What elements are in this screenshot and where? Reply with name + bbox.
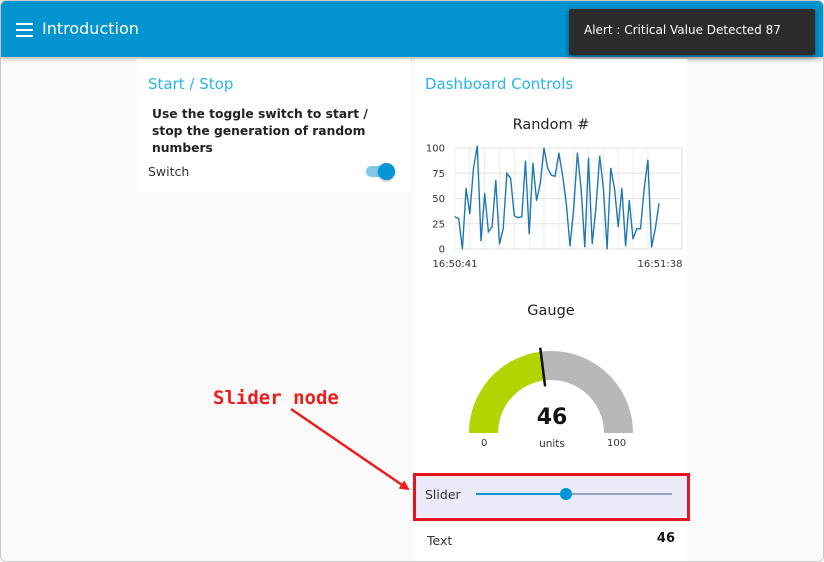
slider-highlight-box xyxy=(413,473,690,521)
alert-toast: Alert : Critical Value Detected 87 xyxy=(569,9,815,55)
callout-arrow-line xyxy=(290,407,410,491)
start-stop-group: Start / Stop Use the toggle switch to st… xyxy=(137,59,410,192)
page-title: Introduction xyxy=(42,19,139,38)
gauge-units: units xyxy=(539,438,565,450)
start-stop-title: Start / Stop xyxy=(148,75,234,93)
gauge-max-label: 100 xyxy=(607,438,627,449)
hamburger-menu-icon[interactable] xyxy=(16,23,33,37)
gauge-value: 46 xyxy=(536,405,568,430)
alert-toast-text: Alert : Critical Value Detected 87 xyxy=(584,23,781,37)
app-window: Introduction Alert : Critical Value Dete… xyxy=(0,0,824,562)
start-stop-toggle[interactable] xyxy=(366,162,396,180)
toggle-knob xyxy=(378,163,395,180)
text-widget-value: 46 xyxy=(656,531,675,546)
instructions-text: Use the toggle switch to start / stop th… xyxy=(152,107,368,155)
callout-label: Slider node xyxy=(213,387,339,409)
gauge-dial xyxy=(469,347,633,433)
gauge-min-label: 0 xyxy=(481,438,488,449)
top-app-bar: Introduction Alert : Critical Value Dete… xyxy=(1,1,823,57)
text-widget-label: Text xyxy=(427,533,453,548)
switch-label: Switch xyxy=(148,164,190,179)
